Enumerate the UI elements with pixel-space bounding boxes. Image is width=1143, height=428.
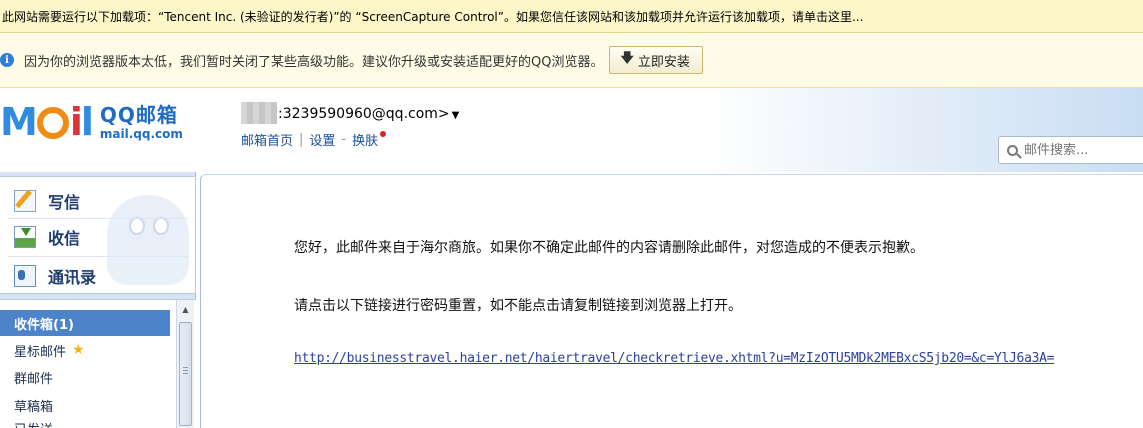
search-icon[interactable]	[1007, 144, 1018, 156]
nav-separator: -	[341, 132, 347, 147]
info-icon: i	[0, 53, 14, 67]
folder-group-mail[interactable]: 群邮件	[0, 364, 170, 390]
folder-label: 群邮件	[14, 371, 54, 387]
mail-header: Mil QQ邮箱 mail.qq.com :3239590960@qq.com>…	[0, 88, 1143, 172]
mail-search-input[interactable]	[1024, 142, 1134, 158]
message-body: 您好，此邮件来自于海尔商旅。如果你不确定此邮件的内容请删除此邮件，对您造成的不便…	[200, 174, 1143, 428]
logo-brand-name: QQ邮箱	[99, 102, 178, 127]
new-badge-dot	[380, 130, 387, 137]
folder-sent[interactable]: 已发送	[0, 419, 170, 428]
contacts-button[interactable]: 通讯录	[14, 264, 96, 288]
folder-list: 收件箱(1) 星标邮件 ★ 群邮件 草稿箱 已发送 ▲	[0, 299, 196, 428]
qq-penguin-watermark	[107, 195, 189, 285]
divider	[8, 218, 188, 219]
inbox-download-icon	[14, 226, 36, 248]
caret-down-icon: ▼	[451, 110, 460, 121]
account-name-redacted	[241, 102, 277, 124]
qq-mail-logo[interactable]: Mil QQ邮箱 mail.qq.com	[0, 100, 183, 144]
install-button-label: 立即安装	[637, 54, 690, 70]
divider	[8, 256, 188, 257]
nav-mail-home[interactable]: 邮箱首页	[241, 130, 293, 149]
folder-inbox[interactable]: 收件箱(1)	[0, 310, 170, 336]
star-icon: ★	[72, 342, 85, 358]
check-mail-label: 收信	[48, 229, 81, 248]
check-mail-button[interactable]: 收信	[14, 225, 80, 249]
message-instruction: 请点击以下链接进行密码重置，如不能点击请复制链接到浏览器上打开。	[294, 298, 742, 314]
download-arrow-icon: 🡇	[620, 51, 634, 66]
folder-drafts[interactable]: 草稿箱	[0, 392, 170, 418]
nav-settings[interactable]: 设置	[309, 130, 335, 149]
account-address: :3239590960@qq.com>	[278, 106, 450, 122]
logo-url: mail.qq.com	[99, 126, 183, 141]
nav-separator: |	[299, 132, 304, 147]
ie-infobar-text[interactable]: 此网站需要运行以下加载项：“Tencent Inc. (未验证的发行者)”的 “…	[2, 8, 863, 25]
install-button[interactable]: 🡇 立即安装	[609, 46, 703, 74]
folder-scrollbar[interactable]: ▲	[176, 300, 194, 428]
account-menu[interactable]: :3239590960@qq.com> ▼	[278, 106, 459, 122]
ie-addon-infobar[interactable]: 此网站需要运行以下加载项：“Tencent Inc. (未验证的发行者)”的 “…	[0, 0, 1143, 33]
password-reset-link[interactable]: http://businesstravel.haier.net/haiertra…	[294, 351, 1055, 366]
compose-label: 写信	[48, 193, 81, 212]
sidebar: 写信 收信 通讯录 收件箱(1) 星标邮件 ★ 群邮件 草稿箱 已发送	[0, 172, 196, 428]
browser-notice-bar: i 因为你的浏览器版本太低，我们暂时关闭了某些高级功能。建议你升级或安装适配更好…	[0, 33, 1143, 88]
folder-label: 收件箱(1)	[14, 317, 74, 333]
folder-label: 草稿箱	[14, 399, 54, 415]
contacts-card-icon	[14, 265, 36, 287]
scrollbar-thumb[interactable]	[179, 322, 192, 426]
scrollbar-grip-icon	[183, 367, 188, 374]
header-nav: 邮箱首页 | 设置 - 换肤	[241, 130, 387, 149]
folder-label: 星标邮件	[14, 344, 67, 360]
scroll-up-arrow-icon[interactable]: ▲	[177, 302, 194, 316]
folder-starred[interactable]: 星标邮件 ★	[0, 337, 170, 363]
compose-button[interactable]: 写信	[14, 189, 80, 213]
nav-change-skin[interactable]: 换肤	[352, 130, 378, 149]
folder-label: 已发送	[14, 419, 53, 428]
message-greeting: 您好，此邮件来自于海尔商旅。如果你不确定此邮件的内容请删除此邮件，对您造成的不便…	[294, 240, 924, 256]
browser-notice-text: 因为你的浏览器版本太低，我们暂时关闭了某些高级功能。建议你升级或安装适配更好的Q…	[24, 54, 604, 70]
quick-actions: 写信 收信 通讯录	[0, 176, 196, 294]
mail-logo-mark: Mil	[0, 100, 94, 144]
mail-search-box[interactable]	[998, 136, 1143, 164]
compose-pencil-icon	[14, 190, 36, 212]
contacts-label: 通讯录	[48, 268, 97, 287]
